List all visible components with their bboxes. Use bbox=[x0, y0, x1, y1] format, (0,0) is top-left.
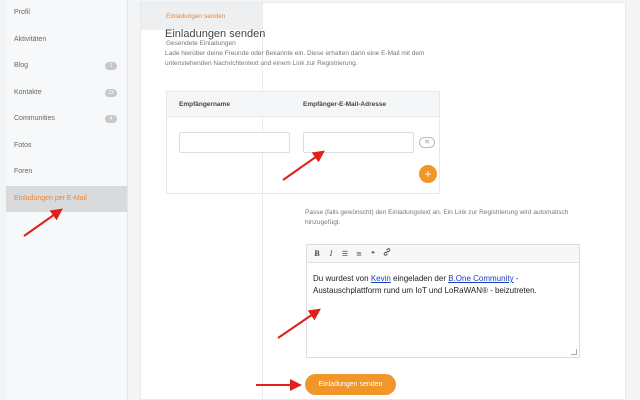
recipient-name-input[interactable] bbox=[179, 132, 290, 153]
italic-button[interactable]: I bbox=[324, 247, 338, 261]
add-recipient-button[interactable]: + bbox=[419, 165, 437, 183]
sidebar-item-blog[interactable]: Blog 1 bbox=[6, 53, 127, 80]
plus-icon: + bbox=[424, 167, 432, 181]
sidebar-item-label: Blog bbox=[14, 62, 29, 69]
profile-sidebar: Profil Aktivitäten Blog 1 Kontakte 13 Comm… bbox=[6, 0, 128, 400]
remove-row-button[interactable]: ✕ bbox=[419, 137, 435, 148]
close-icon: ✕ bbox=[424, 139, 430, 146]
count-badge: 4 bbox=[105, 115, 117, 123]
sidebar-item-label: Fotos bbox=[14, 141, 32, 149]
bullet-list-icon[interactable]: ☰ bbox=[338, 247, 352, 261]
numbered-list-icon[interactable]: ≡ bbox=[352, 247, 366, 261]
sidebar-item-fotos[interactable]: Fotos bbox=[6, 133, 127, 160]
sidebar-item-communities[interactable]: Communities 4 bbox=[6, 106, 127, 133]
send-invitations-button[interactable]: Einladungen senden bbox=[305, 374, 396, 395]
recipients-table: Empfängername Empfänger-E-Mail-Adresse ✕… bbox=[166, 91, 440, 194]
sidebar-item-aktivitaeten[interactable]: Aktivitäten bbox=[6, 27, 127, 54]
message-editor: B I ☰ ≡ ❝ Du wurdest von Kevin eingelade… bbox=[306, 244, 580, 358]
sidebar-item-label: Communities bbox=[14, 115, 55, 122]
recipients-table-header: Empfängername Empfänger-E-Mail-Adresse bbox=[167, 92, 439, 117]
page-description: Lade hierüber deine Freunde oder Bekannt… bbox=[165, 50, 425, 67]
resize-handle[interactable] bbox=[571, 349, 577, 355]
page-title: Einladungen senden bbox=[165, 28, 266, 40]
sidebar-item-label: Profil bbox=[14, 9, 30, 16]
quote-icon[interactable]: ❝ bbox=[366, 247, 380, 261]
sidebar-item-kontakte[interactable]: Kontakte 13 bbox=[6, 80, 127, 107]
bold-button[interactable]: B bbox=[310, 247, 324, 261]
user-link[interactable]: Kevin bbox=[371, 274, 391, 283]
link-glyph bbox=[383, 247, 391, 256]
editor-toolbar: B I ☰ ≡ ❝ bbox=[307, 245, 579, 263]
sidebar-item-label: Aktivitäten bbox=[14, 35, 47, 43]
message-label: Passe (falls gewünscht) den Einladungste… bbox=[305, 209, 569, 226]
message-textarea[interactable]: Du wurdest von Kevin eingeladen der B.On… bbox=[307, 263, 579, 307]
count-badge: 13 bbox=[105, 88, 117, 97]
link-icon[interactable] bbox=[380, 247, 394, 261]
sidebar-item-einladungen[interactable]: Einladungen per E-Mail bbox=[6, 185, 127, 212]
subnav-send-invitations[interactable]: Einladungen senden bbox=[141, 3, 262, 30]
sidebar-item-profil[interactable]: Profil bbox=[6, 0, 127, 27]
community-link[interactable]: B.One Community bbox=[448, 274, 513, 283]
invite-form-header: Einladungen senden Lade hierüber deine F… bbox=[165, 28, 440, 69]
recipient-email-input[interactable] bbox=[303, 132, 414, 153]
sidebar-item-foren[interactable]: Foren bbox=[6, 159, 127, 186]
message-text: eingeladen der bbox=[390, 274, 449, 283]
column-header-name: Empfängername bbox=[179, 101, 230, 108]
sidebar-item-label: Foren bbox=[14, 168, 33, 175]
column-header-email: Empfänger-E-Mail-Adresse bbox=[303, 101, 387, 108]
sidebar-item-label: Einladungen per E-Mail bbox=[14, 194, 87, 202]
sidebar-item-label: Kontakte bbox=[14, 88, 42, 96]
count-badge: 1 bbox=[105, 62, 117, 70]
message-text: Du wurdest von bbox=[313, 274, 371, 283]
